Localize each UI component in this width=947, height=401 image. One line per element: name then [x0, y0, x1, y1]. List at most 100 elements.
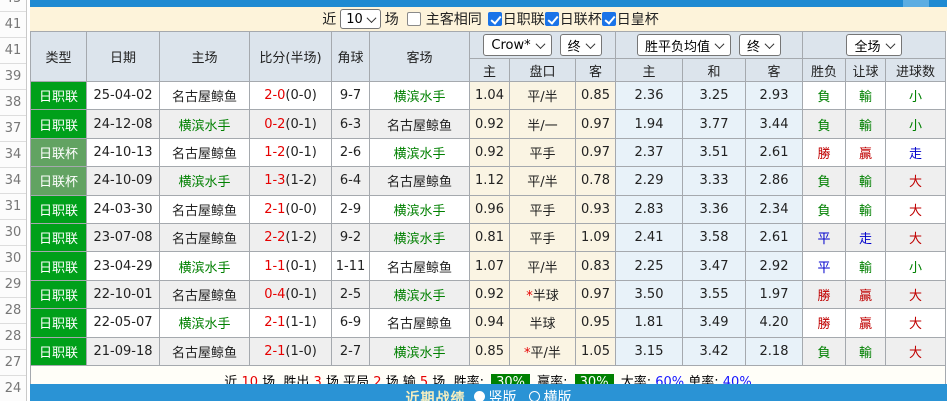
ah-away-odds: 1.05 [575, 336, 616, 366]
avg-home-odds: 1.81 [615, 308, 683, 338]
ah-line-cell: 平/半 [509, 251, 576, 281]
top-bar-highlight [903, 0, 929, 7]
half-time-score: (1-2) [285, 230, 317, 246]
score-cell: 1-3(1-2) [249, 166, 332, 196]
type-badge: 日联杯 [30, 137, 87, 168]
radio-button[interactable] [528, 391, 540, 401]
half-time-score: (0-1) [285, 116, 317, 132]
average-odds-select[interactable]: 胜平负均值 [636, 34, 731, 56]
competition-group-3[interactable]: 日皇杯 [601, 9, 659, 29]
subheader-avg-draw: 和 [682, 58, 746, 82]
recent-label: 近 [322, 12, 337, 28]
full-time-score: 1-2 [264, 144, 286, 160]
away-team-name: 横滨水手 [393, 345, 446, 361]
rail-number: 28 [0, 323, 26, 350]
result-goals: 大 [885, 166, 946, 196]
score-cell: 0-4(0-1) [249, 279, 332, 310]
result-goals: 走 [885, 137, 946, 168]
avg-away-odds: 2.61 [745, 137, 803, 168]
ah-line-cell: 平/半 [509, 80, 576, 111]
score-cell: 1-2(0-1) [249, 137, 332, 168]
top-bar [30, 0, 947, 7]
corner-cell: 9-2 [331, 222, 370, 253]
checkbox-competition-2[interactable] [544, 12, 559, 26]
competition-label: 日联杯 [559, 12, 602, 28]
ah-line-text: 平/半 [527, 260, 558, 276]
table-row: 日职联 22-05-07 横滨水手 2-1(1-1) 6-9 名古屋鲸鱼 0.94 半球 0.9… [30, 308, 946, 338]
table-row: 日职联 25-04-02 名古屋鲸鱼 2-0(0-0) 9-7 横滨水手 1.04 平/半 0.… [30, 80, 946, 111]
result-handicap: 輸 [845, 336, 886, 366]
rail-number: 39 [0, 63, 26, 90]
result-outcome: 平 [802, 222, 846, 253]
avg-away-odds: 2.93 [745, 80, 803, 111]
avg-home-odds: 2.83 [615, 194, 683, 224]
home-team-name: 名古屋鲸鱼 [171, 203, 237, 219]
result-outcome: 負 [802, 336, 846, 366]
average-stage-select[interactable]: 终 [739, 34, 782, 56]
full-time-score: 2-1 [264, 343, 286, 359]
home-team-cell: 名古屋鲸鱼 [159, 137, 250, 168]
footer-bar: 近期战绩 竖版 横版 [30, 384, 947, 401]
bookmaker-stage-select[interactable]: 终 [559, 34, 602, 56]
ah-line-cell: 平手 [509, 137, 576, 168]
ah-line-cell: 半球 [509, 308, 576, 338]
chevron-down-icon [585, 38, 596, 49]
type-badge: 日职联 [30, 109, 87, 139]
home-team-cell: 横滨水手 [159, 166, 250, 196]
corner-cell: 1-11 [331, 251, 370, 281]
avg-home-odds: 3.50 [615, 279, 683, 310]
away-team-cell: 名古屋鲸鱼 [369, 308, 470, 338]
type-badge: 日联杯 [30, 166, 87, 196]
scope-select[interactable]: 全场 [846, 34, 902, 56]
avg-away-odds: 1.97 [745, 279, 803, 310]
home-team-cell: 名古屋鲸鱼 [159, 194, 250, 224]
half-time-score: (0-0) [285, 201, 317, 217]
scope-select-value: 全场 [854, 39, 881, 55]
full-time-score: 2-1 [264, 315, 286, 331]
ah-away-odds: 0.78 [575, 166, 616, 196]
score-cell: 0-2(0-1) [249, 109, 332, 139]
rail-number: 41 [0, 11, 26, 38]
column-header-date: 日期 [86, 31, 160, 82]
layout-option-2[interactable]: 横版 [528, 388, 572, 401]
bookmaker-stage-value: 终 [567, 39, 581, 55]
corner-cell: 2-9 [331, 194, 370, 224]
competition-group-1[interactable]: 日职联 [487, 9, 545, 29]
avg-draw-odds: 3.36 [682, 194, 746, 224]
recent-count-select[interactable]: 10 [340, 9, 381, 29]
radio-button[interactable] [473, 391, 485, 401]
avg-away-odds: 2.92 [745, 251, 803, 281]
avg-home-odds: 2.36 [615, 80, 683, 111]
table-row: 日职联 24-03-30 名古屋鲸鱼 2-1(0-0) 2-9 横滨水手 0.96 平手 0.9… [30, 194, 946, 224]
ah-home-odds: 0.96 [469, 194, 510, 224]
home-team-name: 名古屋鲸鱼 [171, 90, 237, 106]
ah-home-odds: 0.85 [469, 336, 510, 366]
away-team-cell: 横滨水手 [369, 279, 470, 310]
home-team-cell: 横滨水手 [159, 109, 250, 139]
bookmaker-select[interactable]: Crow* [483, 34, 552, 56]
same-venue-group[interactable]: 主客相同 [406, 9, 482, 29]
result-handicap: 輸 [845, 109, 886, 139]
layout-option-1[interactable]: 竖版 [473, 388, 517, 401]
competition-group-2[interactable]: 日联杯 [544, 9, 602, 29]
row-index-rail: 43414139383734343130302928282724 [0, 0, 27, 401]
result-goals: 大 [885, 194, 946, 224]
half-time-score: (0-1) [285, 144, 317, 160]
ah-line-text: 平/半 [527, 90, 558, 106]
score-cell: 2-1(1-1) [249, 308, 332, 338]
away-team-name: 横滨水手 [393, 90, 446, 106]
type-badge: 日职联 [30, 308, 87, 338]
rail-number: 30 [0, 219, 26, 246]
competition-label: 日皇杯 [616, 12, 659, 28]
avg-away-odds: 3.44 [745, 109, 803, 139]
checkbox-competition-1[interactable] [487, 12, 502, 26]
corner-cell: 6-4 [331, 166, 370, 196]
avg-away-odds: 2.61 [745, 222, 803, 253]
away-team-name: 名古屋鲸鱼 [386, 118, 452, 134]
checkbox-same-venue[interactable] [406, 12, 421, 26]
column-header-score: 比分(半场) [249, 31, 332, 82]
away-team-cell: 横滨水手 [369, 222, 470, 253]
type-badge: 日职联 [30, 251, 87, 281]
away-team-name: 横滨水手 [393, 288, 446, 304]
checkbox-competition-3[interactable] [601, 12, 616, 26]
